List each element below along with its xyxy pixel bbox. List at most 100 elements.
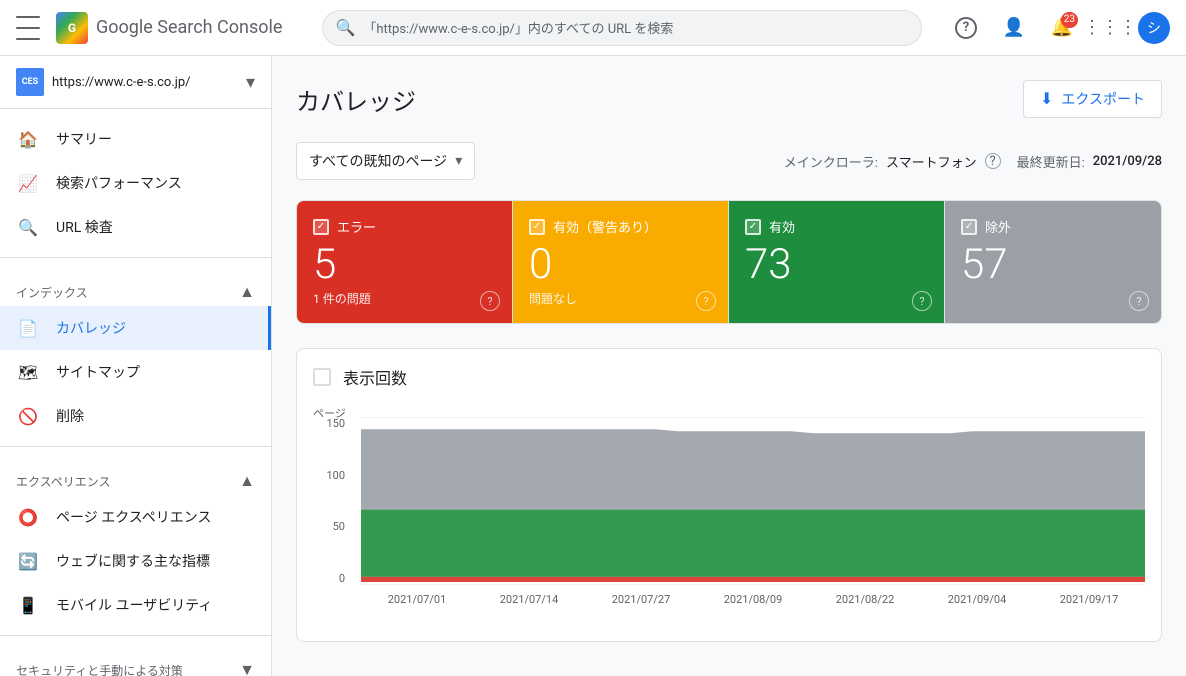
last-updated-label: 最終更新日:: [1017, 152, 1085, 171]
x-label-0: 2021/07/01: [361, 593, 473, 606]
apps-grid-icon: ⋮⋮⋮: [1083, 17, 1137, 38]
filter-info: メインクローラ: スマートフォン ? 最終更新日: 2021/09/28: [784, 152, 1162, 171]
card-label-error: エラー: [337, 217, 376, 236]
sidebar-item-label: モバイル ユーザビリティ: [56, 595, 212, 615]
sidebar-item-search-performance[interactable]: 📈 検索パフォーマンス: [0, 161, 271, 205]
help-button[interactable]: ?: [946, 8, 986, 48]
card-help-error[interactable]: ?: [480, 291, 500, 311]
page-header: カバレッジ ⬇ エクスポート: [296, 80, 1162, 118]
menu-icon[interactable]: [16, 16, 40, 40]
search-bar[interactable]: 🔍 「https://www.c-e-s.co.jp/」内のすべての URL を…: [322, 10, 922, 46]
card-header-valid: 有効: [745, 217, 928, 236]
section-experience: エクスペリエンス ▲: [0, 455, 271, 495]
sidebar-divider-2: [0, 446, 271, 447]
status-card-warning: 有効（警告あり） 0 問題なし ?: [513, 201, 729, 323]
chart-container: 表示回数 ページ 150 100 50 0: [296, 348, 1162, 642]
export-label: エクスポート: [1061, 89, 1145, 109]
trending-up-icon: 📈: [16, 171, 40, 195]
app-name: Google Search Console: [96, 17, 282, 38]
notification-button[interactable]: 🔔 23: [1042, 8, 1082, 48]
filter-dropdown[interactable]: すべての既知のページ ▾: [296, 142, 475, 180]
card-header-warning: 有効（警告あり）: [529, 217, 712, 236]
sidebar-item-url-inspection[interactable]: 🔍 URL 検査: [0, 205, 271, 249]
status-cards: エラー 5 1 件の問題 ? 有効（警告あり） 0 問題なし ?: [296, 200, 1162, 324]
sidebar-item-label: ウェブに関する主な指標: [56, 551, 210, 571]
sitemap-icon: 🗺: [16, 360, 40, 384]
filter-bar: すべての既知のページ ▾ メインクローラ: スマートフォン ? 最終更新日: 2…: [296, 142, 1162, 180]
card-checkbox-valid[interactable]: [745, 219, 761, 235]
user-icon-btn[interactable]: 👤: [994, 8, 1034, 48]
sidebar-item-label: カバレッジ: [56, 318, 126, 338]
chart-header: 表示回数: [313, 365, 1145, 389]
card-help-warning[interactable]: ?: [696, 291, 716, 311]
y-label-100: 100: [313, 469, 345, 482]
section-collapse-icon-2: ▲: [239, 471, 255, 491]
y-label-0: 0: [313, 572, 345, 585]
card-count-excluded: 57: [961, 244, 1145, 286]
y-axis: 150 100 50 0: [313, 417, 353, 585]
card-count-valid: 73: [745, 244, 928, 286]
sidebar-item-label: ページ エクスペリエンス: [56, 507, 212, 527]
sidebar-item-coverage[interactable]: 📄 カバレッジ: [0, 306, 271, 350]
crawl-value: スマートフォン: [886, 152, 977, 171]
card-subtitle-warning: 問題なし: [529, 290, 712, 307]
search-icon: 🔍: [335, 18, 355, 37]
card-count-error: 5: [313, 244, 496, 286]
main-layout: CES https://www.c-e-s.co.jp/ ▾ 🏠 サマリー 📈 …: [0, 56, 1186, 676]
home-icon: 🏠: [16, 127, 40, 151]
sidebar-divider-1: [0, 257, 271, 258]
status-card-excluded: 除外 57 ?: [945, 201, 1161, 323]
card-subtitle-error: 1 件の問題: [313, 290, 496, 307]
sidebar-item-sitemap[interactable]: 🗺 サイトマップ: [0, 350, 271, 394]
mobile-icon: 📱: [16, 593, 40, 617]
card-count-warning: 0: [529, 244, 712, 286]
sidebar-item-label: 検索パフォーマンス: [56, 173, 182, 193]
card-help-excluded[interactable]: ?: [1129, 291, 1149, 311]
site-selector[interactable]: CES https://www.c-e-s.co.jp/ ▾: [0, 56, 271, 109]
card-checkbox-error[interactable]: [313, 219, 329, 235]
section-experience-label: エクスペリエンス: [16, 473, 111, 490]
sidebar: CES https://www.c-e-s.co.jp/ ▾ 🏠 サマリー 📈 …: [0, 56, 272, 676]
crawl-label: メインクローラ:: [784, 152, 878, 171]
sidebar-item-web-vitals[interactable]: 🔄 ウェブに関する主な指標: [0, 539, 271, 583]
crawl-help-icon[interactable]: ?: [985, 153, 1001, 169]
sidebar-item-mobile-usability[interactable]: 📱 モバイル ユーザビリティ: [0, 583, 271, 627]
sidebar-nav: 🏠 サマリー 📈 検索パフォーマンス 🔍 URL 検査 インデックス ▲ 📄 カ…: [0, 109, 271, 676]
chart-title: 表示回数: [343, 365, 407, 389]
card-help-valid[interactable]: ?: [912, 291, 932, 311]
x-label-2: 2021/07/27: [585, 593, 697, 606]
apps-button[interactable]: ⋮⋮⋮: [1090, 8, 1130, 48]
sidebar-item-summary[interactable]: 🏠 サマリー: [0, 117, 271, 161]
card-label-warning: 有効（警告あり）: [553, 217, 657, 236]
search-text: 「https://www.c-e-s.co.jp/」内のすべての URL を検索: [363, 18, 673, 37]
x-label-5: 2021/09/04: [921, 593, 1033, 606]
site-url: https://www.c-e-s.co.jp/: [52, 75, 242, 90]
help-icon: ?: [955, 17, 977, 39]
section-security: セキュリティと手動による対策 ▼: [0, 644, 271, 676]
avatar[interactable]: シ: [1138, 12, 1170, 44]
y-label-50: 50: [313, 520, 345, 533]
sidebar-item-label: サイトマップ: [56, 362, 140, 382]
card-checkbox-excluded[interactable]: [961, 219, 977, 235]
user-icon: 👤: [1003, 17, 1025, 38]
removal-icon: 🚫: [16, 404, 40, 428]
sidebar-item-page-experience[interactable]: ⭕ ページ エクスペリエンス: [0, 495, 271, 539]
page-title: カバレッジ: [296, 82, 416, 117]
logo-icon: G: [56, 12, 88, 44]
status-card-valid: 有効 73 ?: [729, 201, 945, 323]
last-updated-info: 最終更新日: 2021/09/28: [1017, 152, 1162, 171]
search-url-icon: 🔍: [16, 215, 40, 239]
main-content: カバレッジ ⬇ エクスポート すべての既知のページ ▾ メインクローラ: スマー…: [272, 56, 1186, 676]
card-header-error: エラー: [313, 217, 496, 236]
crawl-info: メインクローラ: スマートフォン ?: [784, 152, 1001, 171]
card-checkbox-warning[interactable]: [529, 219, 545, 235]
notification-badge: 23: [1061, 12, 1078, 28]
chart-checkbox[interactable]: [313, 368, 331, 386]
sidebar-item-removal[interactable]: 🚫 削除: [0, 394, 271, 438]
chevron-down-icon: ▾: [246, 72, 255, 93]
download-icon: ⬇: [1040, 89, 1053, 109]
export-button[interactable]: ⬇ エクスポート: [1023, 80, 1162, 118]
card-header-excluded: 除外: [961, 217, 1145, 236]
status-card-error: エラー 5 1 件の問題 ?: [297, 201, 513, 323]
app-logo[interactable]: G Google Search Console: [56, 12, 282, 44]
